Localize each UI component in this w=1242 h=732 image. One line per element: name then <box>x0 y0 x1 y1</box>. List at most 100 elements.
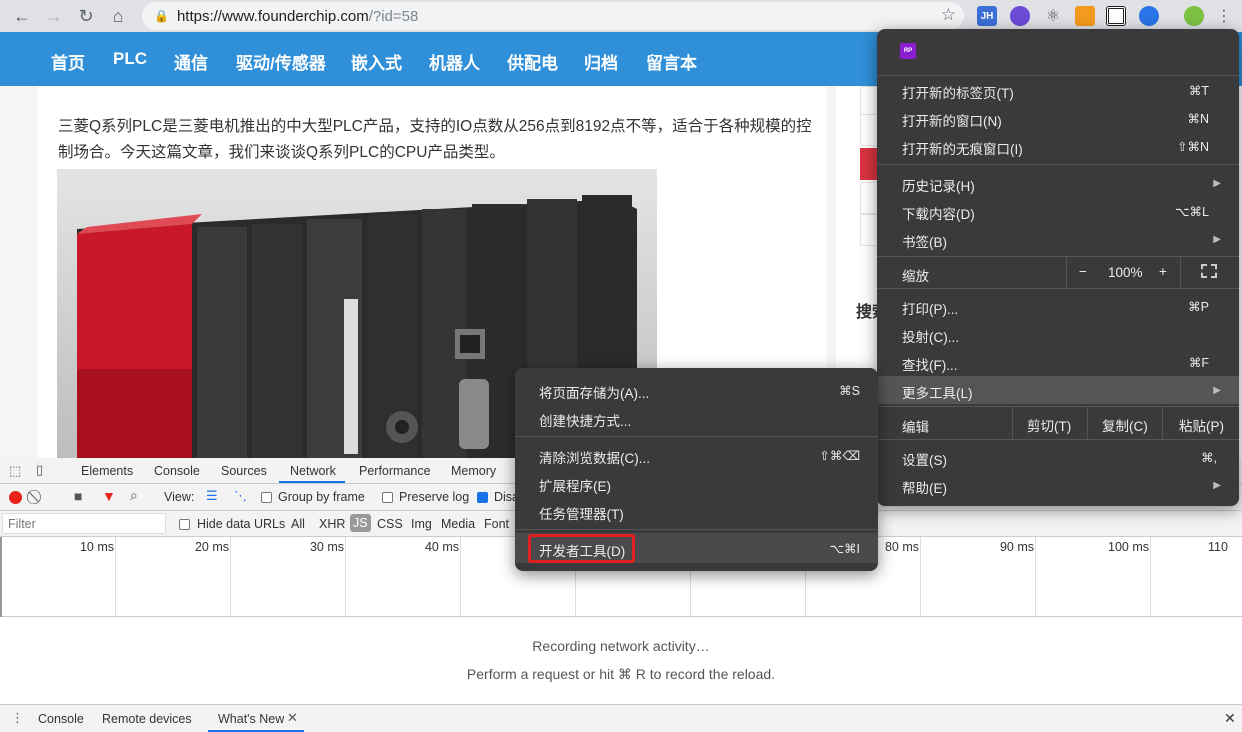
filter-input[interactable]: Filter <box>2 513 166 534</box>
cut-button[interactable]: 剪切(T) <box>1027 415 1071 435</box>
forward-icon[interactable]: → <box>42 4 66 28</box>
drawer-tab-remote-devices[interactable]: Remote devices <box>102 712 192 726</box>
drawer-tab-whats-new[interactable]: What's New <box>218 712 284 726</box>
url-path: /?id=58 <box>368 7 419 25</box>
address-bar[interactable]: 🔒 https://www.founderchip.com /?id=58 ☆ <box>142 2 964 30</box>
menu-item-help[interactable]: 帮助(E) <box>902 477 947 497</box>
reload-hint: Perform a request or hit ⌘ R to record t… <box>466 666 776 682</box>
menu-item-task-manager[interactable]: 任务管理器(T) <box>539 503 624 523</box>
zoom-in-button[interactable]: + <box>1159 264 1167 279</box>
menu-item-more-tools[interactable]: 更多工具(L) <box>902 382 973 402</box>
extension-jh-icon[interactable]: JH <box>977 6 997 26</box>
disable-cache-checkbox[interactable] <box>477 492 488 503</box>
rp-extension-icon[interactable]: RP <box>900 43 916 59</box>
extension-blue-icon[interactable] <box>1139 6 1159 26</box>
network-empty-state: Recording network activity… Perform a re… <box>0 638 1242 683</box>
nav-item-home[interactable]: 首页 <box>51 49 85 74</box>
preserve-log-label: Preserve log <box>399 490 470 504</box>
menu-item-find[interactable]: 查找(F)... <box>902 354 958 374</box>
zoom-out-button[interactable]: − <box>1079 264 1087 279</box>
zoom-value: 100% <box>1108 265 1143 280</box>
menu-item-print[interactable]: 打印(P)... <box>902 298 958 318</box>
profile-avatar-icon[interactable] <box>1184 6 1204 26</box>
react-extension-icon[interactable]: ⚛ <box>1043 6 1063 26</box>
reload-icon[interactable]: ↻ <box>74 4 98 28</box>
shortcut-developer-tools: ⌥⌘I <box>829 542 860 556</box>
menu-item-new-window[interactable]: 打开新的窗口(N) <box>902 110 1002 130</box>
nav-item-embedded[interactable]: 嵌入式 <box>351 49 402 74</box>
type-filter-all[interactable]: All <box>291 517 305 531</box>
menu-separator <box>515 436 878 437</box>
menu-item-developer-tools[interactable]: 开发者工具(D) <box>539 540 625 560</box>
close-drawer-icon[interactable]: ✕ <box>1224 710 1236 727</box>
nav-item-plc[interactable]: PLC <box>113 49 147 69</box>
inspect-element-icon[interactable]: ⬚ <box>9 463 21 479</box>
tab-network[interactable]: Network <box>290 464 336 478</box>
search-icon[interactable]: ⌕ <box>130 487 138 504</box>
menu-item-bookmarks[interactable]: 书签(B) <box>902 231 947 251</box>
type-filter-media[interactable]: Media <box>441 517 475 531</box>
edit-divider <box>1162 406 1163 439</box>
menu-item-incognito[interactable]: 打开新的无痕窗口(I) <box>902 138 1023 158</box>
type-filter-font[interactable]: Font <box>484 517 509 531</box>
nav-item-guestbook[interactable]: 留言本 <box>646 49 697 74</box>
home-icon[interactable]: ⌂ <box>106 4 130 28</box>
menu-item-clear-browsing-data[interactable]: 清除浏览数据(C)... <box>539 447 650 467</box>
shortcut-new-tab: ⌘T <box>1188 84 1209 98</box>
tab-sources[interactable]: Sources <box>221 464 267 478</box>
screenshot-camera-icon[interactable]: ■ <box>74 488 82 504</box>
extension-orange-icon[interactable] <box>1075 6 1095 26</box>
close-tab-icon[interactable]: ✕ <box>287 710 298 726</box>
nav-item-robot[interactable]: 机器人 <box>429 49 480 74</box>
menu-separator <box>877 256 1239 257</box>
timeline-tick <box>920 537 921 617</box>
waterfall-icon[interactable]: ⋱ <box>234 488 247 504</box>
qr-code-icon[interactable] <box>1106 6 1126 26</box>
hide-data-urls-checkbox[interactable] <box>179 519 190 530</box>
large-rows-icon[interactable]: ☰ <box>206 488 218 504</box>
shortcut-downloads: ⌥⌘L <box>1175 205 1209 219</box>
preserve-log-checkbox[interactable] <box>382 492 393 503</box>
tab-performance[interactable]: Performance <box>359 464 431 478</box>
tab-elements[interactable]: Elements <box>81 464 133 478</box>
record-icon[interactable] <box>9 491 22 504</box>
nav-item-comm[interactable]: 通信 <box>174 49 208 74</box>
tick-label: 100 ms <box>1108 540 1149 554</box>
tab-memory[interactable]: Memory <box>451 464 496 478</box>
nav-item-power[interactable]: 供配电 <box>507 49 558 74</box>
tab-console[interactable]: Console <box>154 464 200 478</box>
kebab-menu-icon[interactable]: ⋮ <box>1212 4 1236 28</box>
extension-icon[interactable] <box>1010 6 1030 26</box>
lock-icon[interactable]: 🔒 <box>154 9 169 23</box>
nav-item-drive-sensor[interactable]: 驱动/传感器 <box>236 49 326 74</box>
menu-item-new-tab[interactable]: 打开新的标签页(T) <box>902 82 1014 102</box>
fullscreen-icon[interactable] <box>1201 264 1217 278</box>
type-filter-js[interactable]: JS <box>350 514 371 532</box>
menu-item-extensions[interactable]: 扩展程序(E) <box>539 475 611 495</box>
menu-item-history[interactable]: 历史记录(H) <box>902 175 975 195</box>
zoom-divider <box>1066 256 1067 288</box>
drawer-menu-icon[interactable]: ⋮ <box>11 710 24 726</box>
menu-separator <box>877 288 1239 289</box>
timeline-start <box>0 537 2 617</box>
type-filter-css[interactable]: CSS <box>377 517 403 531</box>
nav-item-archive[interactable]: 归档 <box>584 49 618 74</box>
group-by-frame-checkbox[interactable] <box>261 492 272 503</box>
menu-item-create-shortcut[interactable]: 创建快捷方式... <box>539 410 631 430</box>
paste-button[interactable]: 粘贴(P) <box>1179 415 1224 435</box>
tick-label: 30 ms <box>309 540 344 554</box>
menu-item-cast[interactable]: 投射(C)... <box>902 326 959 346</box>
tick-label: 90 ms <box>999 540 1034 554</box>
filter-icon[interactable]: ▼ <box>102 488 116 504</box>
device-toolbar-icon[interactable]: ▯ <box>36 462 43 478</box>
drawer-tab-console[interactable]: Console <box>38 712 84 726</box>
type-filter-img[interactable]: Img <box>411 517 432 531</box>
copy-button[interactable]: 复制(C) <box>1102 415 1148 435</box>
back-icon[interactable]: ← <box>10 4 34 28</box>
edit-label: 编辑 <box>902 420 929 435</box>
menu-item-settings[interactable]: 设置(S) <box>902 449 947 469</box>
bookmark-star-icon[interactable]: ☆ <box>941 5 956 25</box>
menu-item-downloads[interactable]: 下载内容(D) <box>902 203 975 223</box>
type-filter-xhr[interactable]: XHR <box>319 517 345 531</box>
menu-item-save-page[interactable]: 将页面存储为(A)... <box>539 382 649 402</box>
